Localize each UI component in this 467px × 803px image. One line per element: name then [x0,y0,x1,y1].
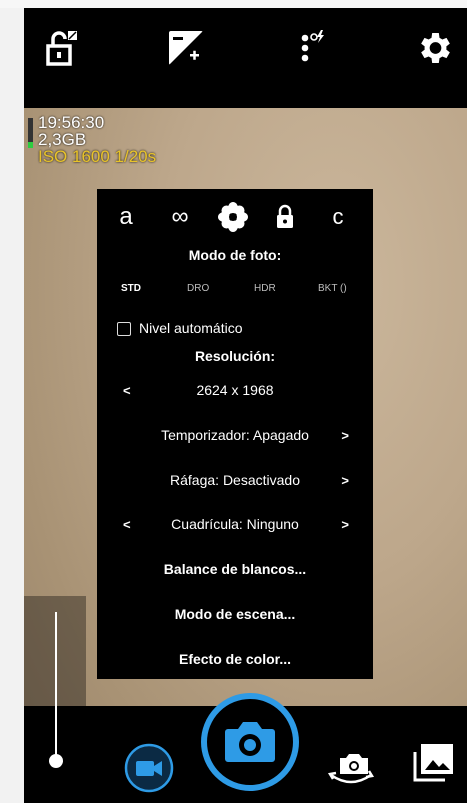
grid-next-button[interactable]: > [341,517,349,532]
tab-continuous-focus[interactable]: c [323,199,353,235]
burst-row: Ráfaga: Desactivado > [97,465,373,495]
zoom-slider-handle[interactable] [49,754,63,768]
zoom-slider-track[interactable] [55,612,57,760]
camera-screen: 19:56:30 2,3GB ISO 1600 1/20s a ∞ c Modo… [0,0,467,803]
battery-level-bar [28,142,33,148]
switch-camera-icon[interactable] [323,745,379,791]
exposure-lock-icon[interactable] [38,26,82,70]
tab-auto-focus[interactable]: a [111,199,141,235]
exposure-compensation-icon[interactable] [164,26,208,70]
photo-mode-dro[interactable]: DRO [187,283,209,294]
top-toolbar [24,8,467,108]
photo-mode-std[interactable]: STD [121,283,141,294]
left-margin [0,0,24,803]
scene-mode-button[interactable]: Modo de escena... [97,599,373,629]
info-overlay: 19:56:30 2,3GB ISO 1600 1/20s [28,113,157,166]
video-camera-icon[interactable] [123,742,175,794]
grid-label: Cuadrícula: Ninguno [171,516,299,532]
resolution-title: Resolución: [194,348,276,364]
focus-lock-icon[interactable] [271,199,299,235]
timer-label: Temporizador: Apagado [161,427,309,443]
settings-icon[interactable] [412,26,456,70]
auto-level-checkbox[interactable] [117,322,131,336]
grid-row: < Cuadrícula: Ninguno > [97,509,373,539]
white-balance-button[interactable]: Balance de blancos... [97,554,373,584]
focus-mode-tabs: a ∞ c [97,199,373,235]
macro-flower-icon[interactable] [215,199,251,235]
burst-label: Ráfaga: Desactivado [170,472,300,488]
battery-indicator [28,118,33,148]
gallery-icon[interactable] [409,740,457,786]
resolution-prev-button[interactable]: < [123,383,131,398]
burst-next-button[interactable]: > [341,473,349,488]
resolution-value: 2624 x 1968 [196,382,274,398]
photo-mode-bkt[interactable]: BKT () [318,283,347,294]
timer-next-button[interactable]: > [341,428,349,443]
auto-level-label[interactable]: Nivel automático [139,320,243,336]
shutter-camera-icon[interactable] [200,692,300,792]
top-margin [0,0,467,8]
grid-prev-button[interactable]: < [123,517,131,532]
settings-popup: a ∞ c Modo de foto: STD DRO HDR BKT () N… [97,189,373,679]
infinity-focus-icon[interactable]: ∞ [163,199,197,235]
photo-mode-hdr[interactable]: HDR [254,283,276,294]
photo-mode-title: Modo de foto: [188,247,282,263]
resolution-row: < 2624 x 1968 [97,375,373,405]
flash-mode-icon[interactable] [290,26,334,70]
clock-text: 19:56:30 [38,113,105,132]
timer-row: Temporizador: Apagado > [97,420,373,450]
free-memory-text: 2,3GB [38,130,87,149]
iso-shutter-text: ISO 1600 1/20s [38,147,157,166]
color-effect-button[interactable]: Efecto de color... [97,644,373,674]
